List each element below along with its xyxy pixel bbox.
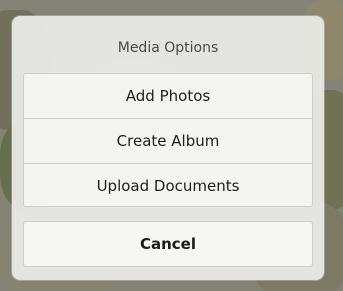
- action-sheet: Media Options Add Photos Create Album Up…: [12, 16, 324, 280]
- cancel-button[interactable]: Cancel: [23, 221, 313, 267]
- options-group: Add Photos Create Album Upload Documents: [23, 73, 313, 207]
- create-album-button[interactable]: Create Album: [24, 118, 312, 163]
- action-sheet-title: Media Options: [117, 40, 219, 56]
- add-photos-button[interactable]: Add Photos: [24, 74, 312, 118]
- upload-documents-button[interactable]: Upload Documents: [24, 163, 312, 206]
